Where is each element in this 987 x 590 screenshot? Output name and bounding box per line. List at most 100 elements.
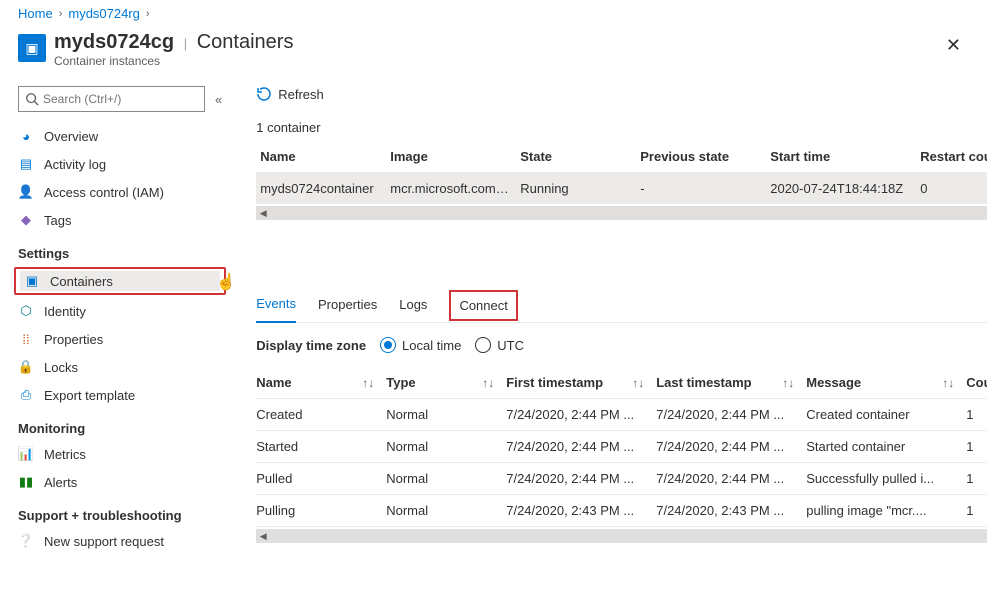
sidebar-item-alerts[interactable]: ▮▮Alerts (0, 468, 238, 496)
collapse-sidebar-button[interactable]: « (215, 92, 222, 107)
sort-icon: ↑↓ (942, 376, 954, 390)
sort-icon: ↑↓ (482, 376, 494, 390)
sidebar-item-locks[interactable]: 🔒Locks (0, 353, 238, 381)
search-icon (25, 92, 39, 106)
ecol-message[interactable]: Message↑↓ (806, 375, 966, 390)
identity-icon: ⬡ (18, 303, 34, 319)
sidebar-item-label: Export template (44, 388, 135, 403)
event-cell-last: 7/24/2020, 2:43 PM ... (656, 503, 806, 518)
tab-logs[interactable]: Logs (399, 289, 427, 322)
event-cell-name: Created (256, 407, 386, 422)
tab-properties[interactable]: Properties (318, 289, 377, 322)
col-state[interactable]: State (516, 149, 636, 164)
close-button[interactable]: ✕ (938, 31, 969, 60)
sidebar-item-activity-log[interactable]: ▤Activity log (0, 150, 238, 178)
sidebar-section-settings: Settings (0, 234, 238, 265)
sidebar-item-label: Identity (44, 304, 86, 319)
col-image[interactable]: Image (386, 149, 516, 164)
sidebar-item-identity[interactable]: ⬡ Identity (0, 297, 238, 325)
horizontal-scrollbar[interactable]: ◀▶ (256, 206, 987, 220)
container-row[interactable]: myds0724container mcr.microsoft.com/a...… (256, 173, 987, 204)
col-start-time[interactable]: Start time (766, 149, 916, 164)
cell-start-time: 2020-07-24T18:44:18Z (766, 181, 916, 196)
alerts-icon: ▮▮ (18, 474, 34, 490)
col-name[interactable]: Name (256, 149, 386, 164)
detail-tabs: Events Properties Logs Connect (256, 280, 987, 323)
event-cell-last: 7/24/2020, 2:44 PM ... (656, 407, 806, 422)
col-previous-state[interactable]: Previous state (636, 149, 766, 164)
metrics-icon: 📊 (18, 446, 34, 462)
sidebar-item-properties[interactable]: ⁞⁞Properties (0, 325, 238, 353)
tab-events[interactable]: Events (256, 288, 296, 323)
event-row[interactable]: PulledNormal7/24/2020, 2:44 PM ...7/24/2… (256, 463, 987, 495)
title-separator: | (184, 36, 187, 51)
time-zone-selector: Display time zone Local time UTC (256, 323, 987, 367)
refresh-label: Refresh (278, 87, 324, 102)
sidebar-section-monitoring: Monitoring (0, 409, 238, 440)
sidebar-item-containers[interactable]: ▣Containers (20, 271, 220, 291)
containers-table: Name Image State Previous state Start ti… (256, 141, 987, 220)
radio-local-time[interactable]: Local time (380, 337, 461, 353)
tab-connect[interactable]: Connect (449, 290, 517, 321)
event-row[interactable]: PullingNormal7/24/2020, 2:43 PM ...7/24/… (256, 495, 987, 527)
sidebar-item-label: Tags (44, 213, 71, 228)
col-restart-count[interactable]: Restart count (916, 149, 987, 164)
event-row[interactable]: CreatedNormal7/24/2020, 2:44 PM ...7/24/… (256, 399, 987, 431)
sidebar-item-new-support-request[interactable]: ❔New support request (0, 527, 238, 555)
scroll-left-icon[interactable]: ◀ (256, 206, 270, 220)
sidebar-section-support: Support + troubleshooting (0, 496, 238, 527)
ecol-count[interactable]: Count (966, 375, 987, 390)
sidebar-item-label: New support request (44, 534, 164, 549)
event-cell-first: 7/24/2020, 2:44 PM ... (506, 407, 656, 422)
ecol-name[interactable]: Name↑↓ (256, 375, 386, 390)
chevron-right-icon: › (146, 8, 150, 20)
event-row[interactable]: StartedNormal7/24/2020, 2:44 PM ...7/24/… (256, 431, 987, 463)
event-cell-last: 7/24/2020, 2:44 PM ... (656, 471, 806, 486)
time-zone-label: Display time zone (256, 338, 366, 353)
event-cell-type: Normal (386, 439, 506, 454)
sidebar-item-label: Activity log (44, 157, 106, 172)
event-cell-count: 1 (966, 471, 987, 486)
sidebar-item-access-control[interactable]: 👤Access control (IAM) (0, 178, 238, 206)
locks-icon: 🔒 (18, 359, 34, 375)
cell-image: mcr.microsoft.com/a... (386, 181, 516, 196)
main-content: Refresh 1 container Name Image State Pre… (238, 80, 987, 590)
cell-restart-count: 0 (916, 181, 987, 196)
event-cell-count: 1 (966, 407, 987, 422)
tags-icon: ◆ (18, 212, 34, 228)
refresh-button[interactable]: Refresh (256, 86, 324, 102)
radio-utc[interactable]: UTC (475, 337, 524, 353)
ecol-first-timestamp[interactable]: First timestamp↑↓ (506, 375, 656, 390)
sort-icon: ↑↓ (362, 376, 374, 390)
properties-icon: ⁞⁞ (18, 331, 34, 347)
event-cell-last: 7/24/2020, 2:44 PM ... (656, 439, 806, 454)
search-input[interactable] (43, 92, 198, 106)
sort-icon: ↑↓ (782, 376, 794, 390)
sidebar-item-label: Overview (44, 129, 98, 144)
event-cell-type: Normal (386, 407, 506, 422)
radio-label: UTC (497, 338, 524, 353)
events-table: Name↑↓ Type↑↓ First timestamp↑↓ Last tim… (256, 367, 987, 543)
highlight-containers: ▣Containers (14, 267, 226, 295)
sort-icon: ↑↓ (632, 376, 644, 390)
containers-icon: ▣ (24, 273, 40, 289)
sidebar-item-overview[interactable]: ◕Overview (0, 122, 238, 150)
sidebar-search[interactable] (18, 86, 205, 112)
event-cell-name: Pulling (256, 503, 386, 518)
ecol-type[interactable]: Type↑↓ (386, 375, 506, 390)
sidebar-item-export-template[interactable]: ⎙Export template (0, 381, 238, 409)
cell-name: myds0724container (256, 181, 386, 196)
cell-state: Running (516, 181, 636, 196)
event-cell-type: Normal (386, 503, 506, 518)
ecol-last-timestamp[interactable]: Last timestamp↑↓ (656, 375, 806, 390)
breadcrumb-home[interactable]: Home (18, 6, 53, 21)
sidebar-item-tags[interactable]: ◆ Tags (0, 206, 238, 234)
sidebar-item-metrics[interactable]: 📊Metrics (0, 440, 238, 468)
horizontal-scrollbar[interactable]: ◀▶ (256, 529, 987, 543)
resource-type-icon: ▣ (18, 34, 46, 62)
event-cell-msg: Created container (806, 407, 966, 422)
scroll-left-icon[interactable]: ◀ (256, 529, 270, 543)
breadcrumb-parent[interactable]: myds0724rg (68, 6, 140, 21)
event-cell-count: 1 (966, 439, 987, 454)
cell-previous-state: - (636, 181, 766, 196)
